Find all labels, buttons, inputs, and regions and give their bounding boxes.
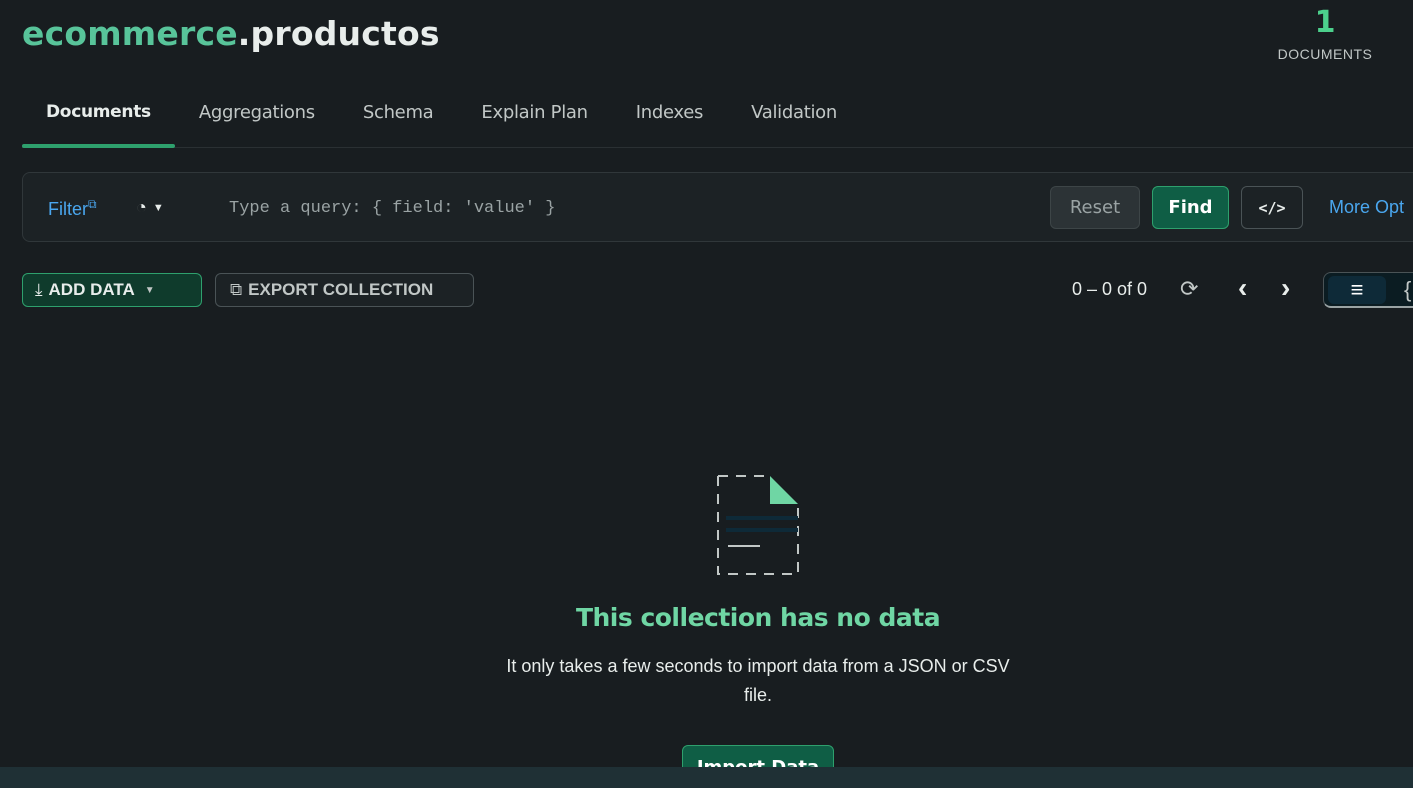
refresh-icon[interactable]: ⟳ [1180, 276, 1198, 302]
document-count: 1 DOCUMENTS [1265, 5, 1385, 63]
external-link-icon: ⧉ [88, 197, 97, 211]
pagination-text: 0 – 0 of 0 [1072, 279, 1148, 299]
query-history-button[interactable]: ◔ ▼ [136, 197, 164, 218]
tab-documents[interactable]: Documents [22, 94, 175, 148]
bottom-bar [0, 767, 1413, 788]
empty-state-description-line2: file. [743, 685, 772, 705]
list-view-icon[interactable]: ≡ [1328, 276, 1386, 304]
generate-code-button[interactable]: </> [1241, 186, 1303, 229]
export-label: EXPORT COLLECTION [248, 280, 434, 299]
database-name[interactable]: ecommerce [22, 14, 238, 53]
reset-button[interactable]: Reset [1050, 186, 1140, 229]
namespace-title: ecommerce.productos [22, 14, 440, 53]
tab-indexes[interactable]: Indexes [612, 94, 727, 146]
view-toggle: ≡ { [1323, 272, 1413, 308]
export-collection-button[interactable]: ⧉ EXPORT COLLECTION [215, 273, 474, 307]
tab-aggregations[interactable]: Aggregations [175, 94, 339, 146]
empty-state-description-line1: It only takes a few seconds to import da… [506, 656, 1010, 676]
json-view-icon[interactable]: { [1404, 276, 1411, 304]
query-bar: Filter⧉ ◔▼ Reset Find </> More Opt [22, 172, 1413, 242]
empty-state-title: This collection has no data [575, 603, 941, 632]
add-data-button[interactable]: ⤓ ADD DATA ▼ [22, 273, 202, 307]
caret-down-icon: ▼ [144, 285, 155, 296]
clock-icon: ◔ [136, 197, 147, 217]
chevron-left-icon[interactable]: ‹ [1238, 272, 1247, 304]
find-button[interactable]: Find [1152, 186, 1229, 229]
more-options-link[interactable]: More Opt [1329, 197, 1404, 218]
empty-state-description: It only takes a few seconds to import da… [460, 652, 1056, 710]
download-icon: ⤓ [35, 280, 43, 299]
document-count-label: DOCUMENTS [1277, 46, 1373, 62]
document-count-value: 1 [1314, 5, 1336, 40]
tab-schema[interactable]: Schema [339, 94, 458, 146]
tab-validation[interactable]: Validation [727, 94, 861, 146]
collection-tabs: Documents Aggregations Schema Explain Pl… [22, 94, 1413, 148]
collection-view: ecommerce.productos 1 DOCUMENTS Document… [0, 0, 1413, 788]
tab-explain-plan[interactable]: Explain Plan [457, 94, 611, 146]
add-data-label: ADD DATA [48, 280, 135, 299]
filter-link[interactable]: Filter⧉ [48, 197, 97, 220]
export-icon: ⧉ [230, 280, 243, 299]
query-input[interactable] [223, 189, 1023, 227]
collection-name: .productos [237, 14, 440, 53]
empty-document-icon [717, 475, 799, 575]
filter-label: Filter [48, 199, 88, 219]
caret-down-icon: ▼ [152, 202, 164, 214]
chevron-right-icon[interactable]: › [1281, 272, 1290, 304]
